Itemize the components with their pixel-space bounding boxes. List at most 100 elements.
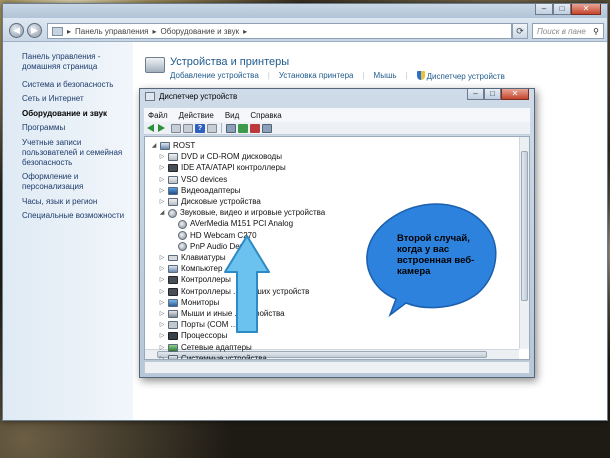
minimize-button[interactable]: –: [535, 4, 553, 15]
search-icon[interactable]: ⚲: [593, 27, 599, 36]
expand-icon[interactable]: ▷: [159, 275, 165, 285]
annotation-arrow: [224, 235, 270, 333]
help-icon[interactable]: ?: [195, 123, 205, 133]
scrollbar-thumb[interactable]: [521, 151, 528, 301]
breadcrumb-control-panel[interactable]: Панель управления: [75, 27, 149, 36]
tree-label: Дисковые устройства: [181, 197, 261, 206]
computer-icon: [160, 142, 170, 150]
details-icon[interactable]: [207, 123, 217, 133]
expand-icon[interactable]: ▷: [159, 298, 165, 308]
window-caption-buttons: – □ ✕: [535, 4, 601, 15]
device-category[interactable]: ▷ Дисковые устройства: [159, 197, 261, 207]
chip-icon: [168, 276, 178, 285]
expand-icon[interactable]: ▷: [159, 253, 165, 263]
sidebar-item-appearance[interactable]: Оформление и персонализация: [22, 172, 130, 192]
forward-arrow-icon[interactable]: [158, 124, 165, 132]
expand-icon[interactable]: ▷: [159, 354, 165, 359]
update-driver-icon[interactable]: [238, 123, 248, 133]
expand-icon[interactable]: ▷: [159, 175, 165, 185]
device-manager-link[interactable]: Диспетчер устройств: [427, 72, 505, 81]
device-category[interactable]: ◢ Звуковые, видео и игровые устройства: [159, 208, 325, 218]
device-category[interactable]: ▷ Видеоадаптеры: [159, 186, 241, 196]
properties-icon[interactable]: [171, 123, 181, 133]
expand-icon[interactable]: ▷: [159, 331, 165, 341]
menu-view[interactable]: Вид: [225, 111, 239, 120]
address-bar[interactable]: ▸ Панель управления ▸ Оборудование и зву…: [47, 23, 512, 39]
display-icon: [168, 186, 178, 195]
status-bar: [144, 361, 530, 374]
device-item[interactable]: AVerMedia M151 PCI Analog: [169, 219, 293, 229]
breadcrumb-hardware-sound[interactable]: Оборудование и звук: [161, 27, 240, 36]
expand-icon[interactable]: ▷: [159, 309, 165, 319]
search-input[interactable]: [537, 26, 587, 36]
tree-root[interactable]: ◢ ROST: [151, 141, 195, 151]
keyboard-icon: [168, 255, 178, 261]
expand-icon[interactable]: ▷: [159, 197, 165, 207]
expand-icon[interactable]: ▷: [159, 186, 165, 196]
expand-icon[interactable]: ▷: [159, 320, 165, 330]
expand-icon[interactable]: ▷: [159, 264, 165, 274]
monitor-icon: [168, 298, 178, 307]
sound-icon: [178, 219, 187, 229]
view-icon[interactable]: [183, 123, 193, 133]
drive-icon: [168, 198, 178, 206]
tree-label: Мониторы: [181, 297, 220, 307]
device-manager-link-wrap: Диспетчер устройств: [416, 71, 505, 81]
refresh-button[interactable]: ⟳: [512, 23, 528, 39]
maximize-button[interactable]: □: [553, 4, 571, 15]
tree-label: Сетевые адаптеры: [181, 342, 252, 352]
sidebar-item-clock-language[interactable]: Часы, язык и регион: [22, 197, 130, 207]
device-category[interactable]: ▷ IDE ATA/ATAPI контроллеры: [159, 163, 286, 173]
sidebar: Панель управления - домашняя страница Си…: [3, 42, 133, 420]
back-arrow-icon[interactable]: [147, 124, 154, 132]
menu-action[interactable]: Действие: [179, 111, 214, 120]
device-category[interactable]: ▷ VSO devices: [159, 175, 227, 185]
close-button[interactable]: ✕: [571, 4, 601, 15]
sidebar-item-accessibility[interactable]: Специальные возможности: [22, 211, 130, 221]
add-device-link[interactable]: Добавление устройства: [170, 71, 259, 81]
section-title[interactable]: Устройства и принтеры: [170, 56, 289, 68]
menu-help[interactable]: Справка: [250, 111, 281, 120]
device-category[interactable]: ▷ Компьютер: [159, 264, 222, 274]
dm-maximize-button[interactable]: □: [484, 89, 501, 100]
device-category[interactable]: ▷ Сетевые адаптеры: [159, 343, 252, 353]
sound-icon: [178, 231, 187, 241]
scan-hardware-icon[interactable]: [226, 123, 236, 133]
back-button[interactable]: ◀: [9, 23, 24, 38]
expand-icon[interactable]: ▷: [159, 287, 165, 297]
collapse-icon[interactable]: ◢: [151, 141, 157, 151]
device-category[interactable]: ▷ Мониторы: [159, 298, 219, 308]
disable-device-icon[interactable]: [250, 123, 260, 133]
sidebar-item-home[interactable]: Панель управления - домашняя страница: [22, 52, 130, 72]
expand-icon[interactable]: ▷: [159, 343, 165, 353]
printer-icon[interactable]: [145, 57, 165, 73]
tree-label: Контроллеры: [181, 275, 231, 285]
device-category[interactable]: ▷ Клавиатуры: [159, 253, 226, 263]
sidebar-item-hardware-sound[interactable]: Оборудование и звук: [22, 109, 130, 119]
device-category[interactable]: ▷ Системные устройства: [159, 354, 267, 359]
vertical-scrollbar[interactable]: [519, 137, 529, 349]
sidebar-item-user-accounts[interactable]: Учетные записи пользователей и семейная …: [22, 138, 130, 168]
sidebar-item-programs[interactable]: Программы: [22, 123, 130, 133]
drive-icon: [168, 175, 178, 184]
dm-close-button[interactable]: ✕: [501, 89, 529, 100]
dm-minimize-button[interactable]: –: [467, 89, 484, 100]
mouse-link[interactable]: Мышь: [374, 71, 397, 81]
device-category[interactable]: ▷ Контроллеры: [159, 275, 231, 285]
uninstall-device-icon[interactable]: [262, 123, 272, 133]
menu-file[interactable]: Файл: [148, 111, 168, 120]
sidebar-item-network[interactable]: Сеть и Интернет: [22, 94, 130, 104]
dm-toolbar: ?: [144, 122, 530, 135]
expand-icon[interactable]: ▷: [159, 163, 165, 173]
device-manager-icon: [145, 92, 155, 101]
sidebar-item-system-security[interactable]: Система и безопасность: [22, 80, 130, 90]
forward-button[interactable]: ▶: [27, 23, 42, 38]
expand-icon[interactable]: ▷: [159, 152, 165, 162]
tree-label: Процессоры: [181, 331, 228, 341]
tree-label: Звуковые, видео и игровые устройства: [180, 208, 326, 218]
device-category[interactable]: ▷ Процессоры: [159, 331, 227, 341]
collapse-icon[interactable]: ◢: [159, 208, 165, 218]
add-printer-link[interactable]: Установка принтера: [279, 71, 354, 81]
window-titlebar: – □ ✕: [3, 4, 607, 18]
device-category[interactable]: ▷ DVD и CD-ROM дисководы: [159, 152, 282, 162]
